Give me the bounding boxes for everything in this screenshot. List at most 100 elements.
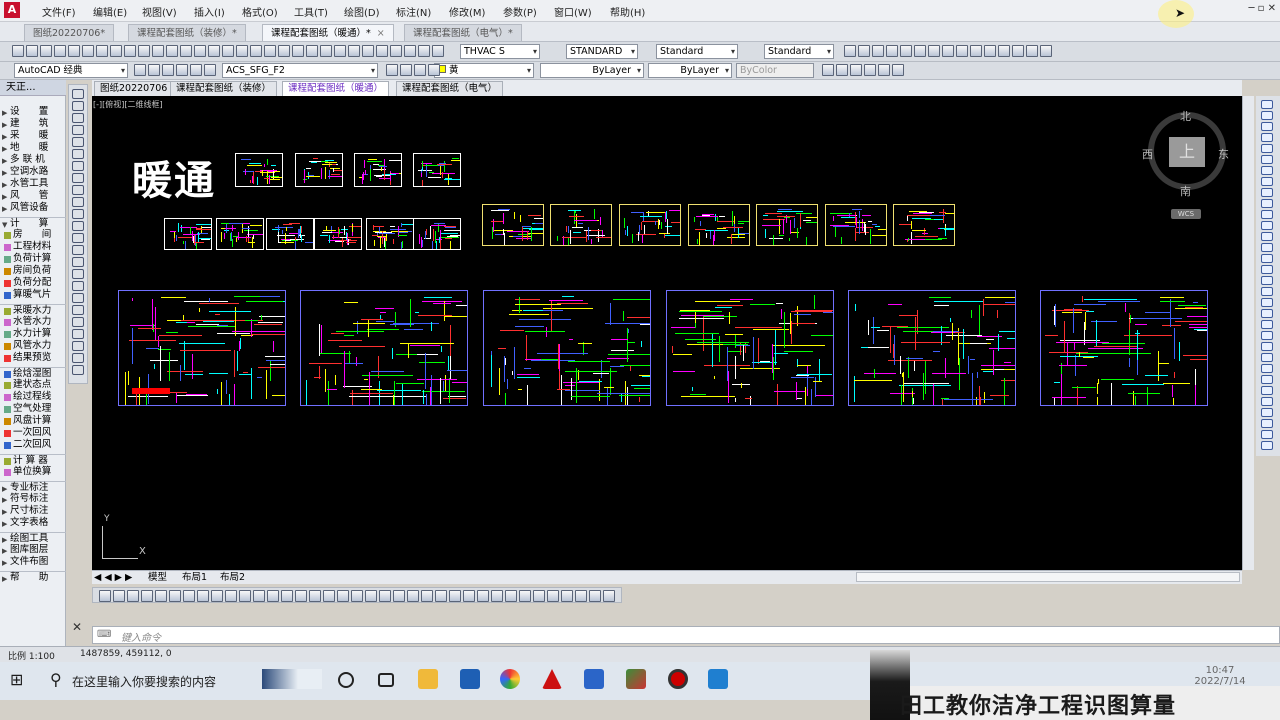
toolbar-tool-icon[interactable]	[886, 45, 898, 57]
modify-tool-icon[interactable]	[1261, 342, 1273, 351]
panel-item[interactable]: 水管水力	[0, 316, 66, 328]
toolbar-tool-icon[interactable]	[379, 590, 391, 602]
menu-item[interactable]: 插入(I)	[194, 4, 225, 19]
workspace-select[interactable]: AutoCAD 经典 ▾	[14, 63, 128, 78]
panel-item[interactable]: ▶ 符号标注	[0, 493, 66, 505]
toolbar-tool-icon[interactable]	[836, 64, 848, 76]
toolbar-tool-icon[interactable]	[872, 45, 884, 57]
panel-item[interactable]: ▶ 专业标注	[0, 481, 66, 493]
toolbar-tool-icon[interactable]	[376, 45, 388, 57]
compass-north[interactable]: 北	[1180, 108, 1191, 124]
toolbar-tool-icon[interactable]	[236, 45, 248, 57]
modify-tool-icon[interactable]	[1261, 166, 1273, 175]
toolbar-tool-icon[interactable]	[575, 590, 587, 602]
drawing-sheet[interactable]	[235, 153, 283, 187]
modify-tool-icon[interactable]	[1261, 210, 1273, 219]
toolbar-tool-icon[interactable]	[320, 45, 332, 57]
word-icon[interactable]	[584, 669, 604, 689]
toolbar-tool-icon[interactable]	[141, 590, 153, 602]
drawing-sheet[interactable]	[1040, 290, 1208, 406]
toolbar-tool-icon[interactable]	[998, 45, 1010, 57]
toolbar-tool-icon[interactable]	[407, 590, 419, 602]
toolbar-tool-icon[interactable]	[26, 45, 38, 57]
toolbar-tool-icon[interactable]	[519, 590, 531, 602]
toolbar-tool-icon[interactable]	[222, 45, 234, 57]
panel-item[interactable]: ▶ 设 置	[0, 106, 66, 118]
toolbar-tool-icon[interactable]	[267, 590, 279, 602]
drawing-sheet[interactable]	[619, 204, 681, 246]
panel-item[interactable]: 风盘计算	[0, 415, 66, 427]
modify-tool-icon[interactable]	[1261, 441, 1273, 450]
modify-tool-icon[interactable]	[1261, 364, 1273, 373]
drawing-sheet[interactable]	[164, 218, 212, 250]
menu-item[interactable]: 工具(T)	[294, 4, 328, 19]
modify-tool-icon[interactable]	[1261, 177, 1273, 186]
toolbar-tool-icon[interactable]	[162, 64, 174, 76]
toolbar-tool-icon[interactable]	[362, 45, 374, 57]
drawing-tab[interactable]: 课程配套图纸（电气）	[396, 81, 504, 96]
draw-tool-icon[interactable]	[72, 161, 84, 171]
panel-item[interactable]: 绘焓湿图	[0, 367, 66, 379]
command-input[interactable]: 键入命令	[121, 629, 161, 644]
drawing-sheet[interactable]	[413, 218, 461, 250]
toolbar-tool-icon[interactable]	[864, 64, 876, 76]
tianzheng-icon[interactable]	[626, 669, 646, 689]
file-tab[interactable]: 课程配套图纸（暖通）* ×	[262, 24, 394, 41]
toolbar-tool-icon[interactable]	[337, 590, 349, 602]
color-select[interactable]: 黄 ▾	[434, 63, 534, 78]
toolbar-tool-icon[interactable]	[264, 45, 276, 57]
menu-item[interactable]: 文件(F)	[42, 4, 76, 19]
drawing-sheet[interactable]	[482, 204, 544, 246]
panel-item[interactable]: 负荷分配	[0, 277, 66, 289]
menu-item[interactable]: 修改(M)	[449, 4, 485, 19]
toolbar-tool-icon[interactable]	[138, 45, 150, 57]
modify-tool-icon[interactable]	[1261, 287, 1273, 296]
toolbar-tool-icon[interactable]	[204, 64, 216, 76]
toolbar-tool-icon[interactable]	[858, 45, 870, 57]
draw-tool-icon[interactable]	[72, 233, 84, 243]
panel-item[interactable]: ▶ 空调水路	[0, 166, 66, 178]
panel-item[interactable]: 风管水力	[0, 340, 66, 352]
toolbar-tool-icon[interactable]	[348, 45, 360, 57]
panel-item[interactable]: 工程材料	[0, 241, 66, 253]
panel-item[interactable]: 绘过程线	[0, 391, 66, 403]
cortana-icon[interactable]	[338, 672, 354, 688]
table-style-select[interactable]: Standard ▾	[656, 44, 738, 59]
panel-item[interactable]: ▶ 文字表格	[0, 517, 66, 529]
toolbar-tool-icon[interactable]	[169, 590, 181, 602]
panel-item[interactable]: ▶ 地 暖	[0, 142, 66, 154]
toolbar-tool-icon[interactable]	[180, 45, 192, 57]
panel-item[interactable]: ▶ 多 联 机	[0, 154, 66, 166]
modify-tool-icon[interactable]	[1261, 298, 1273, 307]
toolbar-tool-icon[interactable]	[928, 45, 940, 57]
menu-item[interactable]: 格式(O)	[242, 4, 278, 19]
toolbar-tool-icon[interactable]	[547, 590, 559, 602]
menu-item[interactable]: 帮助(H)	[610, 4, 645, 19]
panel-item[interactable]: ▶ 尺寸标注	[0, 505, 66, 517]
store-icon[interactable]	[460, 669, 480, 689]
menu-item[interactable]: 参数(P)	[503, 4, 537, 19]
panel-item[interactable]: ▶ 建 筑	[0, 118, 66, 130]
panel-item[interactable]: ▶ 文件布图	[0, 556, 66, 568]
panel-item[interactable]: 二次回风	[0, 439, 66, 451]
toolbar-tool-icon[interactable]	[449, 590, 461, 602]
toolbar-tool-icon[interactable]	[942, 45, 954, 57]
toolbar-tool-icon[interactable]	[250, 45, 262, 57]
draw-tool-icon[interactable]	[72, 125, 84, 135]
drawing-tab[interactable]: 图纸20220706	[94, 81, 174, 96]
modify-tool-icon[interactable]	[1261, 386, 1273, 395]
panel-item[interactable]: 结果预览	[0, 352, 66, 364]
toolbar-tool-icon[interactable]	[309, 590, 321, 602]
panel-item[interactable]: 算暖气片	[0, 289, 66, 301]
toolbar-tool-icon[interactable]	[505, 590, 517, 602]
draw-tool-icon[interactable]	[72, 341, 84, 351]
toolbar-tool-icon[interactable]	[393, 590, 405, 602]
file-explorer-icon[interactable]	[418, 669, 438, 689]
toolbar-tool-icon[interactable]	[432, 45, 444, 57]
modify-tool-icon[interactable]	[1261, 221, 1273, 230]
toolbar-tool-icon[interactable]	[124, 45, 136, 57]
modify-tool-icon[interactable]	[1261, 309, 1273, 318]
drawing-sheet[interactable]	[354, 153, 402, 187]
toolbar-tool-icon[interactable]	[404, 45, 416, 57]
menu-item[interactable]: 绘图(D)	[344, 4, 380, 19]
